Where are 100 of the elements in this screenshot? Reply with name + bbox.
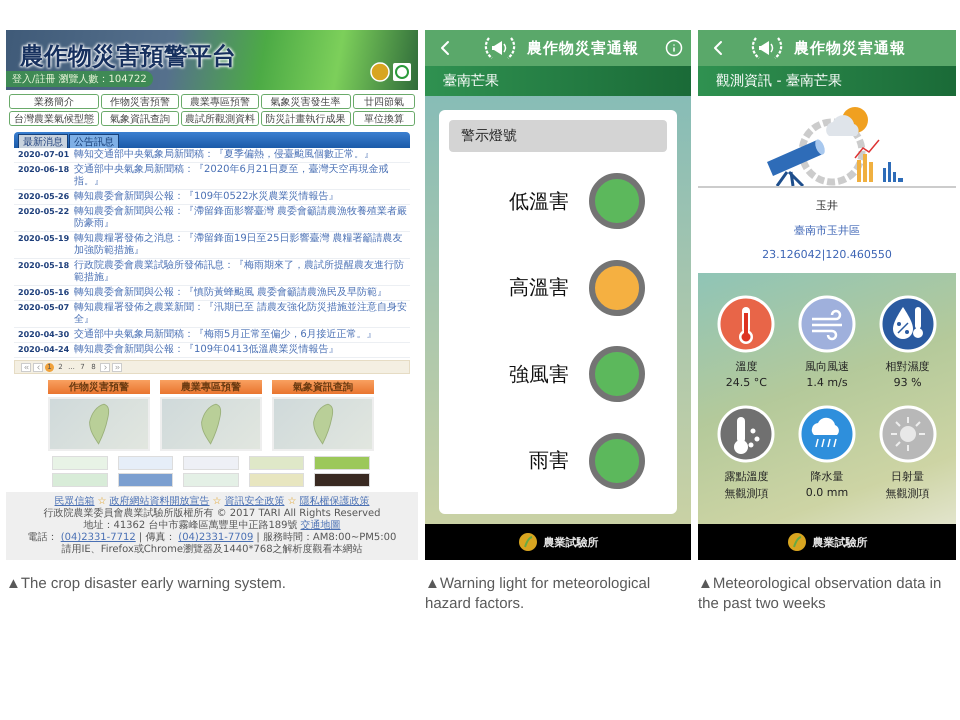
- crop-name: 臺南芒果: [443, 72, 499, 90]
- reading-label: 相對濕度: [886, 359, 930, 374]
- dew-point-icon: [717, 404, 776, 462]
- station-name: 玉井: [816, 198, 838, 213]
- coordinates: 23.126042|120.460550: [762, 248, 892, 261]
- news-date: 2020-05-22: [18, 206, 70, 218]
- hazard-label: 強風害: [508, 360, 569, 388]
- app-title: 農作物災害通報: [527, 38, 639, 58]
- thermometer-icon: [717, 295, 776, 353]
- rain-cloud-icon: [798, 404, 856, 462]
- emblem-icon: [786, 532, 806, 552]
- news-date: 2020-04-24: [18, 344, 70, 356]
- nav-button[interactable]: 廿四節氣: [352, 94, 415, 109]
- site-title: 農作物災害預警平台: [20, 41, 236, 72]
- map-section-button[interactable]: 氣象資訊查詢: [272, 380, 374, 394]
- sun-icon: [878, 404, 937, 462]
- nav-button[interactable]: 防災計畫執行成果: [260, 111, 351, 126]
- last-page-button[interactable]: [112, 362, 122, 372]
- reading-value: 93 %: [894, 376, 922, 389]
- previous-page-button[interactable]: [33, 362, 43, 372]
- news-date: 2020-04-30: [18, 329, 70, 341]
- map-section-button[interactable]: 農業專區預警: [160, 380, 262, 394]
- footer-link[interactable]: 民眾信箱: [54, 496, 95, 508]
- reading-value: 無觀測項: [886, 486, 930, 500]
- star-separator: ☆: [98, 496, 107, 508]
- map-placeholder[interactable]: [48, 397, 150, 451]
- emblem-icon: [518, 532, 538, 552]
- news-tab[interactable]: 最新消息: [18, 134, 68, 148]
- first-page-button[interactable]: [21, 362, 31, 372]
- observation-title: 觀測資訊 - 臺南芒果: [716, 72, 842, 90]
- nav-button[interactable]: 農業專區預警: [180, 94, 259, 109]
- info-icon[interactable]: [665, 39, 683, 57]
- partner-logo-banner[interactable]: [314, 473, 370, 487]
- reading-value: 無觀測項: [724, 486, 768, 500]
- double-chevron-left-icon: [22, 364, 30, 370]
- copyright-text: 行政院農業委員會農業試驗所版權所有 © 2017 TARI All Rights Reserved: [43, 508, 381, 520]
- news-link[interactable]: 行政院農委會農業試驗所發佈訊息：『梅雨期來了，農試所提醒農友進行防範措施』: [74, 260, 410, 284]
- news-date: 2020-05-07: [18, 302, 70, 314]
- institute-name: 農業試驗所: [544, 534, 598, 550]
- chevron-right-icon: [102, 364, 108, 370]
- news-tab[interactable]: 公告訊息: [69, 134, 119, 148]
- reading-label: 降水量: [810, 468, 844, 484]
- nav-button[interactable]: 業務簡介: [9, 94, 99, 109]
- news-date: 2020-05-19: [18, 233, 70, 245]
- star-separator: ☆: [287, 496, 296, 508]
- news-link[interactable]: 轉知農委會新聞與公報：『滯留鋒面影響臺灣 農委會籲請農漁牧養殖業者嚴防豪雨』: [74, 206, 410, 230]
- reading-label: 溫度: [735, 359, 758, 374]
- humidity-icon: [878, 295, 937, 353]
- news-link[interactable]: 轉知農委會新聞與公報：『109年0522水災農業災情報告』: [74, 191, 339, 203]
- map-placeholder[interactable]: [272, 397, 374, 451]
- map-placeholder[interactable]: [160, 397, 262, 451]
- news-link[interactable]: 交通部中央氣象局新聞稿：『梅雨5月正常至偏少，6月接近正常。』: [74, 329, 377, 341]
- nav-button[interactable]: 氣象資訊查詢: [100, 111, 179, 126]
- map-section-button[interactable]: 作物災害預警: [48, 380, 150, 394]
- nav-button[interactable]: 農試所觀測資料: [180, 111, 259, 126]
- megaphone-wreath-icon: [750, 35, 784, 61]
- footer-link[interactable]: (04)2331-7709: [178, 532, 254, 544]
- nav-button[interactable]: 氣象災害發生率: [260, 94, 351, 109]
- footer-link[interactable]: 政府網站資料開放宣告: [110, 496, 210, 508]
- footer-text: | 傳真：: [138, 532, 176, 544]
- star-separator: ☆: [212, 496, 222, 508]
- news-link[interactable]: 轉知農委會新聞與公報：『慎防黃蜂颱風 農委會籲請農漁民及早防範』: [74, 287, 388, 299]
- double-chevron-right-icon: [114, 364, 120, 370]
- news-link[interactable]: 轉知農糧署發佈之消息：『滯留鋒面19日至25日影響臺灣 農糧署籲請農友加強防範措施』: [74, 233, 410, 257]
- footer-link[interactable]: 隱私權保護政策: [299, 496, 370, 508]
- reading-label: 露點溫度: [724, 468, 768, 484]
- footer-link[interactable]: 交通地圖: [300, 520, 341, 532]
- nav-button[interactable]: 單位換算: [352, 111, 415, 126]
- footer-text: 電話：: [28, 532, 58, 544]
- news-link[interactable]: 轉知農糧署發佈之農業新聞：『汛期已至 請農友強化防災措施並注意自身安全』: [74, 302, 410, 326]
- news-date: 2020-07-01: [18, 149, 70, 161]
- reading-label: 日射量: [891, 468, 924, 484]
- reading-label: 風向風速: [804, 359, 849, 374]
- nav-button[interactable]: 作物災害預警: [100, 94, 179, 109]
- news-date: 2020-05-26: [18, 191, 70, 203]
- figure-caption: ▲The crop disaster early warning system.: [6, 574, 287, 594]
- megaphone-wreath-icon: [483, 35, 517, 61]
- next-page-button[interactable]: [100, 362, 110, 372]
- footer-link[interactable]: (04)2331-7712: [60, 532, 136, 544]
- hazard-label: 高溫害: [508, 274, 569, 302]
- nav-button[interactable]: 台灣農業氣候型態: [9, 111, 99, 126]
- app-title: 農作物災害通報: [794, 38, 906, 58]
- reading-value: 24.5 °C: [726, 376, 767, 389]
- footer-link[interactable]: 資訊安全政策: [224, 496, 284, 508]
- news-date: 2020-05-16: [18, 287, 70, 299]
- institute-name: 農業試驗所: [812, 534, 868, 550]
- browser-note: 請用IE、Firefox或Chrome瀏覽器及1440*768之解析度觀看本網站: [61, 544, 363, 556]
- wind-icon: [798, 295, 856, 353]
- reading-value: 1.4 m/s: [806, 376, 848, 389]
- news-link[interactable]: 交通部中央氣象局新聞稿：『2020年6月21日夏至，臺灣天空再現金戒指。』: [74, 164, 410, 188]
- footer-text: 地址：41362 台中市霧峰區萬豐里中正路189號: [83, 520, 298, 532]
- footer-text: | 服務時間：AM8:00~PM5:00: [256, 532, 396, 544]
- news-date: 2020-05-18: [18, 260, 70, 272]
- figure-caption: ▲Meteorological observation data in the past two weeks: [698, 574, 942, 614]
- news-link[interactable]: 轉知交通部中央氣象局新聞稿：『夏季偏熱，侵臺颱風個數正常。』: [74, 149, 374, 161]
- hazard-label: 低溫害: [508, 188, 569, 215]
- figure-caption: ▲Warning light for meteorological hazard factors.: [425, 574, 652, 614]
- news-link[interactable]: 轉知農委會新聞與公報：『109年0413低溫農業災情報告』: [74, 344, 339, 356]
- login-visitor-count[interactable]: 登入/註冊 瀏覽人數：104722: [6, 71, 153, 87]
- district-name: 臺南市玉井區: [794, 223, 860, 238]
